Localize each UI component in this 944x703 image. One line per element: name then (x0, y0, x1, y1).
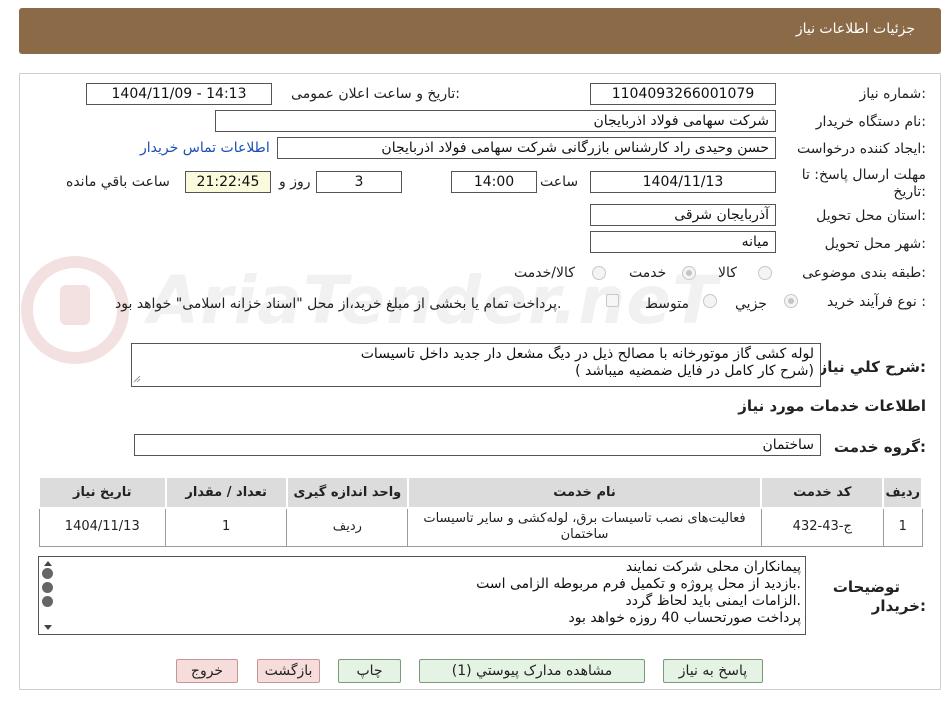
watermark-logo-icon (21, 256, 129, 364)
print-button[interactable]: چاپ (338, 659, 401, 683)
cell-name-line-2: ساختمان (560, 527, 609, 543)
description-textarea[interactable]: لوله کشی گاز موتورخانه با مصالح ذیل در د… (131, 343, 821, 387)
announce-date-label: تاریخ و ساعت اعلان عمومی: (291, 86, 460, 102)
province-label: استان محل تحویل: (816, 208, 926, 224)
exit-button[interactable]: خروج (176, 659, 238, 683)
back-button[interactable]: بازگشت (257, 659, 320, 683)
cell-row: 1 (882, 507, 923, 547)
service-group-label: گروه خدمت: (833, 438, 926, 456)
deadline-time-label: ساعت (540, 174, 579, 190)
remaining-time-label: ساعت باقي مانده (66, 174, 170, 190)
announce-date-field: 1404/11/09 - 14:13 (86, 83, 272, 105)
province-field: آذربایجان شرقی (590, 204, 776, 226)
buyer-org-field: شرکت سهامی فولاد اذربایجان (215, 110, 776, 132)
cell-unit: ردیف (286, 507, 409, 547)
col-name: نام خدمت (406, 476, 763, 509)
process-medium-label: متوسط (645, 296, 689, 312)
buyer-contact-link[interactable]: اطلاعات تماس خریدار (140, 140, 270, 156)
col-code: کد خدمت (760, 476, 885, 509)
reply-button[interactable]: پاسخ به نیاز (663, 659, 763, 683)
city-label: شهر محل تحویل: (824, 236, 926, 252)
category-goods-radio[interactable] (758, 266, 772, 280)
description-line-1: لوله کشی گاز موتورخانه با مصالح ذیل در د… (360, 346, 814, 362)
buyer-note-line: پرداخت صورتحساب 40 روزه خواهد بود (568, 610, 801, 626)
services-table: ردیف کد خدمت نام خدمت واحد اندازه گیری ت… (38, 476, 923, 547)
deadline-date-field: 1404/11/13 (590, 171, 776, 193)
city-field: میانه (590, 231, 776, 253)
process-minor-radio[interactable] (784, 294, 798, 308)
cell-name-line-1: فعالیت‌های نصب تاسیسات برق، لوله‌کشی و س… (423, 511, 746, 527)
deadline-days-label: روز و (279, 174, 311, 190)
deadline-time-field: 14:00 (451, 171, 537, 193)
table-header-row: ردیف کد خدمت نام خدمت واحد اندازه گیری ت… (38, 476, 923, 509)
category-goods-label: کالا (718, 265, 737, 281)
deadline-label: مهلت ارسال پاسخ: تا (801, 167, 926, 183)
deadline-days-field: 3 (316, 171, 402, 193)
service-group-field: ساختمان (134, 434, 821, 456)
scroll-up-icon[interactable] (44, 561, 52, 566)
scroll-dot-icon (42, 582, 53, 593)
category-goods-service-label: کالا/خدمت (514, 265, 575, 281)
scroll-dot-icon (42, 568, 53, 579)
buyer-notes-label-2: خریدار: (871, 597, 926, 615)
process-medium-radio[interactable] (703, 294, 717, 308)
view-attachments-button[interactable]: مشاهده مدارک پیوستي (1) (419, 659, 645, 683)
buyer-notes-scrollbar[interactable] (39, 557, 57, 634)
buyer-notes-label: توضیحات (832, 578, 900, 596)
buyer-notes-textarea[interactable]: پیمانکاران محلی شرکت نمایند بازدید از مح… (38, 556, 806, 635)
cell-date: 1404/11/13 (38, 507, 167, 547)
buyer-note-line: پیمانکاران محلی شرکت نمایند (625, 559, 801, 575)
cell-qty: 1 (165, 507, 288, 547)
need-number-label: شماره نیاز: (859, 86, 926, 102)
scroll-dot-icon (42, 596, 53, 607)
cell-code: ج-43-432 (760, 507, 884, 547)
col-qty: تعداد / مقدار (164, 476, 288, 509)
buyer-org-label: نام دستگاه خریدار: (815, 114, 926, 130)
description-label: شرح کلي نیاز: (818, 358, 926, 376)
services-section-title: اطلاعات خدمات مورد نیاز (738, 397, 926, 415)
category-label: طبقه بندی موضوعی: (802, 265, 926, 281)
col-row: ردیف (882, 476, 923, 509)
requester-field: حسن وحیدی راد کارشناس بازرگانی شرکت سهام… (277, 137, 776, 159)
treasury-note: پرداخت تمام یا بخشی از مبلغ خرید،از محل … (115, 296, 562, 312)
buyer-note-line: الزامات ایمنی باید لحاظ گردد. (625, 593, 801, 609)
cell-name: فعالیت‌های نصب تاسیسات برق، لوله‌کشی و س… (407, 507, 762, 547)
page-title: جزئیات اطلاعات نیاز (795, 21, 915, 37)
deadline-label-date: تاریخ: (893, 184, 926, 200)
process-minor-label: جزیي (735, 296, 767, 312)
need-number-field: 1104093266001079 (590, 83, 776, 105)
resize-grip-icon[interactable] (133, 375, 141, 383)
table-row: 1 ج-43-432 فعالیت‌های نصب تاسیسات برق، ل… (38, 507, 923, 547)
category-service-radio[interactable] (682, 266, 696, 280)
requester-label: ایجاد کننده درخواست: (797, 141, 926, 157)
process-label: نوع فرآیند خرید : (827, 294, 926, 310)
col-unit: واحد اندازه گیری (285, 476, 409, 509)
col-date: تاریخ نیاز (38, 476, 167, 509)
page-header: جزئیات اطلاعات نیاز (19, 8, 941, 54)
buyer-note-line: بازدید از محل پروژه و تکمیل فرم مربوطه ا… (476, 576, 801, 592)
category-goods-service-radio[interactable] (592, 266, 606, 280)
remaining-time-field: 21:22:45 (185, 171, 271, 193)
scroll-down-icon[interactable] (44, 625, 52, 630)
category-service-label: خدمت (629, 265, 667, 281)
treasury-checkbox[interactable] (606, 294, 619, 307)
description-line-2: ( شرح کار کامل در فایل ضمضیه میباشد) (575, 363, 814, 379)
